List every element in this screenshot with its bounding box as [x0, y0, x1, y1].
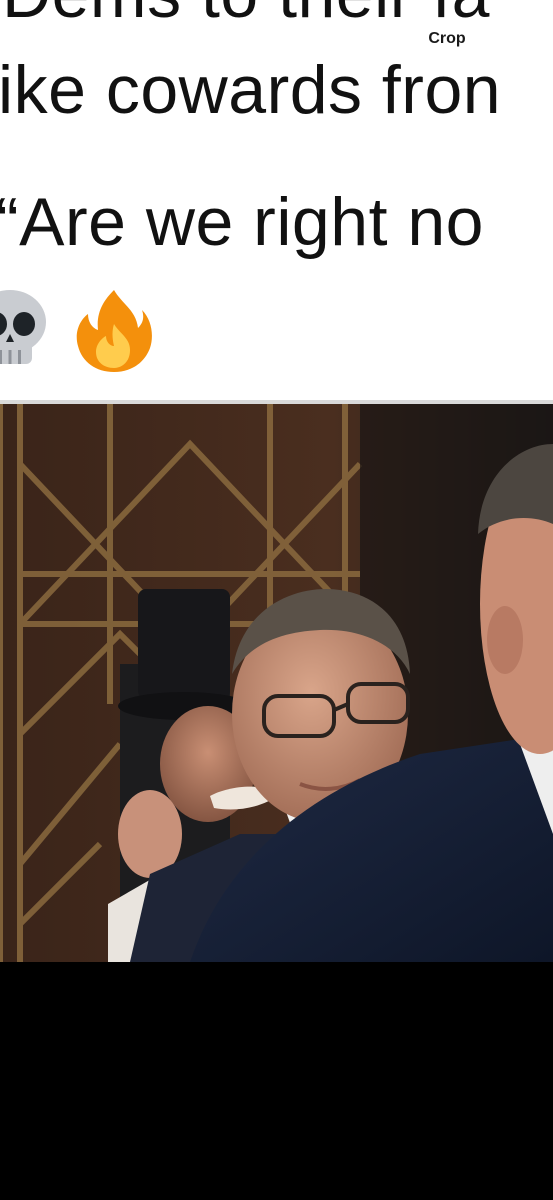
- emoji-row: [0, 285, 154, 375]
- empty-black-area: [0, 962, 553, 1200]
- crop-button[interactable]: Crop: [408, 20, 486, 58]
- caption-line-2: ike cowards fron: [0, 52, 502, 128]
- video-still-image: [0, 404, 553, 962]
- skull-emoji-icon: [0, 290, 46, 364]
- video-scene: [0, 404, 553, 962]
- caption-line-3: “Are we right no: [0, 184, 484, 260]
- caption-panel: Dems to their fa ike cowards fron “Are w…: [0, 0, 553, 402]
- fire-emoji-icon: [76, 290, 152, 372]
